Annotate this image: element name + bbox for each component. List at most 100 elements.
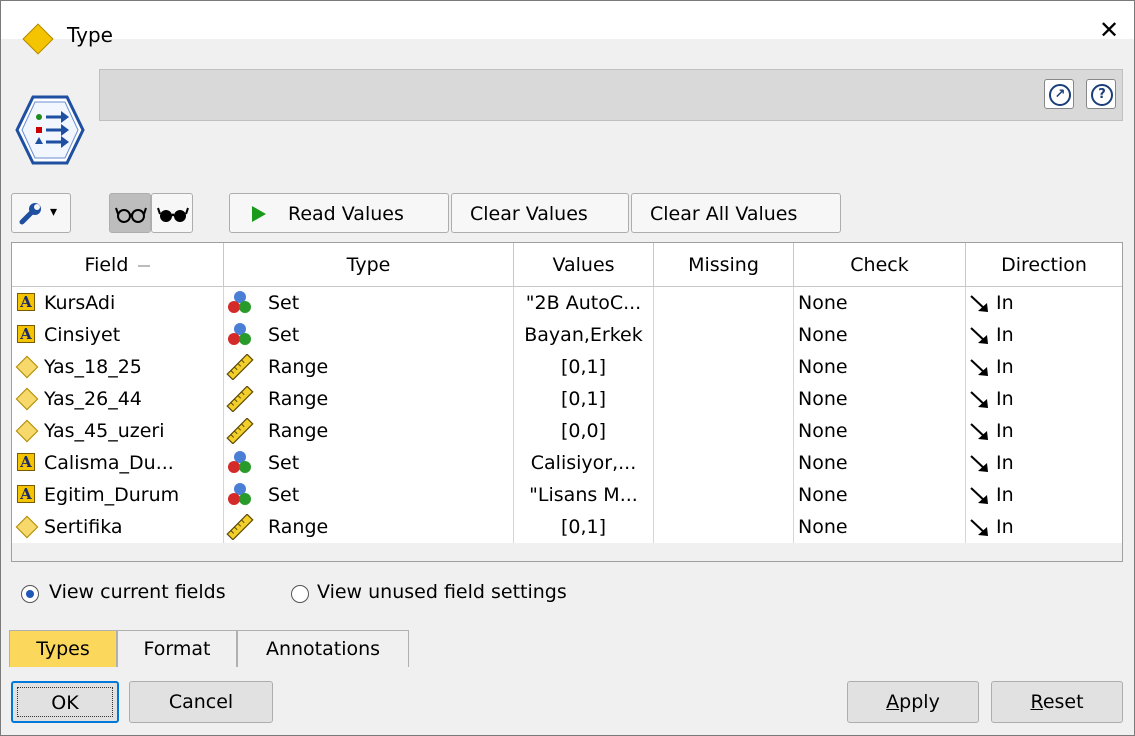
values-cell[interactable]: [0,1] <box>514 351 654 383</box>
direction-cell[interactable]: In <box>966 447 1122 479</box>
clear-all-values-button[interactable]: Clear All Values <box>631 193 841 233</box>
field-name: KursAdi <box>44 292 116 314</box>
range-ruler-icon <box>226 354 254 380</box>
field-cell[interactable]: A KursAdi <box>12 287 224 319</box>
field-cell[interactable]: Yas_18_25 <box>12 351 224 383</box>
field-name: Yas_18_25 <box>44 356 142 378</box>
field-cell[interactable]: Yas_45_uzeri <box>12 415 224 447</box>
ok-button[interactable]: OK <box>11 681 119 723</box>
direction-value: In <box>996 420 1014 442</box>
tab-format[interactable]: Format <box>117 630 237 667</box>
field-cell[interactable]: A Calisma_Du... <box>12 447 224 479</box>
missing-cell[interactable] <box>654 415 794 447</box>
cancel-button[interactable]: Cancel <box>129 681 273 723</box>
table-row[interactable]: A Calisma_Du... Set Calisiyor,... None In <box>12 447 1122 479</box>
type-cell[interactable]: Range <box>224 511 514 543</box>
values-cell[interactable]: "Lisans M... <box>514 479 654 511</box>
clear-values-button[interactable]: Clear Values <box>451 193 629 233</box>
field-name: Yas_26_44 <box>44 388 142 410</box>
direction-cell[interactable]: In <box>966 319 1122 351</box>
numeric-field-icon <box>15 419 39 443</box>
range-ruler-icon <box>226 514 254 540</box>
check-cell[interactable]: None <box>794 383 966 415</box>
title-bar[interactable]: Type ✕ <box>1 1 1134 55</box>
type-cell[interactable]: Set <box>224 479 514 511</box>
view-current-fields-radio[interactable] <box>21 585 39 603</box>
glasses-outline-icon <box>115 207 147 223</box>
read-values-button[interactable]: Read Values <box>229 193 449 233</box>
tab-annotations[interactable]: Annotations <box>237 630 409 667</box>
values-cell[interactable]: [0,1] <box>514 511 654 543</box>
column-header-field[interactable]: Field <box>12 243 224 287</box>
tools-menu-button[interactable]: ▾ <box>11 193 71 233</box>
type-cell[interactable]: Range <box>224 351 514 383</box>
direction-in-arrow-icon <box>970 295 988 312</box>
apply-button[interactable]: Apply <box>847 681 979 723</box>
type-cell[interactable]: Set <box>224 319 514 351</box>
view-unused-settings-label[interactable]: View unused field settings <box>317 581 567 603</box>
view-current-fields-label[interactable]: View current fields <box>49 581 226 603</box>
expand-button[interactable]: ↗ <box>1044 79 1074 109</box>
column-header-check[interactable]: Check <box>794 243 966 287</box>
values-cell[interactable]: [0,0] <box>514 415 654 447</box>
type-cell[interactable]: Set <box>224 287 514 319</box>
close-icon[interactable]: ✕ <box>1094 15 1124 45</box>
range-ruler-icon <box>226 386 254 412</box>
check-cell[interactable]: None <box>794 511 966 543</box>
missing-cell[interactable] <box>654 383 794 415</box>
type-value: Set <box>268 292 300 314</box>
check-cell[interactable]: None <box>794 287 966 319</box>
wrench-icon <box>19 203 41 225</box>
table-row[interactable]: A Egitim_Durum Set "Lisans M... None In <box>12 479 1122 511</box>
table-row[interactable]: Yas_26_44 Range [0,1] None In <box>12 383 1122 415</box>
type-cell[interactable]: Range <box>224 415 514 447</box>
type-cell[interactable]: Range <box>224 383 514 415</box>
missing-cell[interactable] <box>654 511 794 543</box>
help-button[interactable]: ? <box>1086 79 1116 109</box>
direction-value: In <box>996 452 1014 474</box>
direction-cell[interactable]: In <box>966 479 1122 511</box>
table-row[interactable]: Yas_18_25 Range [0,1] None In <box>12 351 1122 383</box>
tab-types[interactable]: Types <box>9 630 117 667</box>
values-cell[interactable]: "2B AutoC... <box>514 287 654 319</box>
check-cell[interactable]: None <box>794 351 966 383</box>
column-header-direction[interactable]: Direction <box>966 243 1122 287</box>
play-icon <box>252 206 266 222</box>
missing-cell[interactable] <box>654 287 794 319</box>
view-dark-glasses-button[interactable] <box>151 193 193 233</box>
table-row[interactable]: A Cinsiyet Set Bayan,Erkek None In <box>12 319 1122 351</box>
view-glasses-button[interactable] <box>109 193 151 233</box>
direction-in-arrow-icon <box>970 519 988 536</box>
check-cell[interactable]: None <box>794 447 966 479</box>
missing-cell[interactable] <box>654 319 794 351</box>
check-cell[interactable]: None <box>794 479 966 511</box>
field-cell[interactable]: A Egitim_Durum <box>12 479 224 511</box>
direction-cell[interactable]: In <box>966 351 1122 383</box>
set-icon <box>226 451 254 475</box>
values-cell[interactable]: Bayan,Erkek <box>514 319 654 351</box>
check-cell[interactable]: None <box>794 319 966 351</box>
table-row[interactable]: Yas_45_uzeri Range [0,0] None In <box>12 415 1122 447</box>
direction-cell[interactable]: In <box>966 511 1122 543</box>
table-row[interactable]: A KursAdi Set "2B AutoC... None In <box>12 287 1122 319</box>
direction-cell[interactable]: In <box>966 415 1122 447</box>
field-cell[interactable]: A Cinsiyet <box>12 319 224 351</box>
reset-button[interactable]: Reset <box>991 681 1123 723</box>
type-cell[interactable]: Set <box>224 447 514 479</box>
field-cell[interactable]: Yas_26_44 <box>12 383 224 415</box>
missing-cell[interactable] <box>654 351 794 383</box>
missing-cell[interactable] <box>654 447 794 479</box>
values-cell[interactable]: Calisiyor,... <box>514 447 654 479</box>
direction-cell[interactable]: In <box>966 383 1122 415</box>
values-cell[interactable]: [0,1] <box>514 383 654 415</box>
field-cell[interactable]: Sertifika <box>12 511 224 543</box>
column-header-values[interactable]: Values <box>514 243 654 287</box>
missing-cell[interactable] <box>654 479 794 511</box>
check-cell[interactable]: None <box>794 415 966 447</box>
direction-cell[interactable]: In <box>966 287 1122 319</box>
column-header-type[interactable]: Type <box>224 243 514 287</box>
column-header-missing[interactable]: Missing <box>654 243 794 287</box>
table-row[interactable]: Sertifika Range [0,1] None In <box>12 511 1122 543</box>
view-unused-settings-radio[interactable] <box>291 585 309 603</box>
dropdown-arrow-icon: ▾ <box>50 204 58 220</box>
